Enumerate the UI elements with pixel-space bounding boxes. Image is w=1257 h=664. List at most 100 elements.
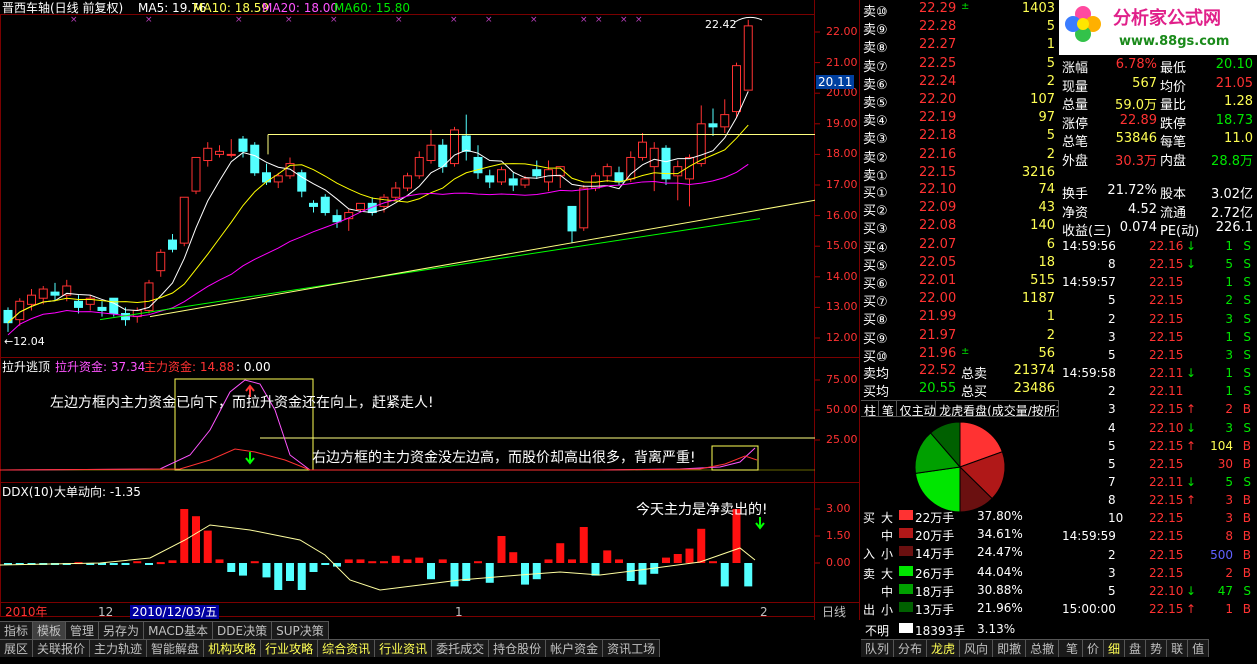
- ddx-bar: [356, 559, 365, 563]
- ddx-bar: [121, 563, 130, 565]
- flow-size: 大: [881, 511, 894, 525]
- tab-quote-2[interactable]: 龙虎: [927, 640, 961, 657]
- sell-quote-row[interactable]: 卖⑦ 22.25 5: [861, 54, 1059, 75]
- tab-tick-3[interactable]: 盘: [1125, 640, 1147, 657]
- buy-quote-row[interactable]: 买① 22.10 74: [861, 180, 1059, 201]
- stat-value: 28.8万: [1211, 153, 1253, 169]
- tab-indicator-5[interactable]: DDE决策: [213, 622, 273, 639]
- tick-time: 3: [1108, 329, 1116, 344]
- flow-row: 中 18万手 30.88%: [861, 581, 1059, 599]
- candle-body: [661, 147, 671, 180]
- flow-pct: 37.80%: [977, 509, 1023, 523]
- signal-marker: ×: [530, 15, 538, 25]
- tab-info-4[interactable]: 机构攻略: [204, 640, 262, 657]
- signal-marker: ×: [635, 15, 643, 25]
- tick-price: 22.15: [1149, 311, 1184, 326]
- tab-info-6[interactable]: 综合资讯: [318, 640, 376, 657]
- buy-quote-row[interactable]: 买③ 22.08 140: [861, 216, 1059, 237]
- tab-quote-4[interactable]: 即撤: [993, 640, 1027, 657]
- tick-row: 5 22.10 ↓ 47 S: [1062, 582, 1257, 600]
- flow-tab-3[interactable]: 龙虎看盘(成交量/按所有: [936, 401, 1059, 416]
- tab-info-11[interactable]: 资讯工场: [603, 640, 661, 657]
- sell-quote-row[interactable]: 卖④ 22.19 97: [861, 108, 1059, 129]
- quote-volume: 1: [1046, 37, 1055, 53]
- quote-volume: 2: [1046, 146, 1055, 162]
- sell-quote-row[interactable]: 卖③ 22.18 5: [861, 126, 1059, 147]
- tab-quote-3[interactable]: 风向: [960, 640, 994, 657]
- tab-indicator-0[interactable]: 指标: [0, 622, 34, 639]
- quote-price: 22.24: [919, 73, 957, 89]
- ddx-bar: [662, 557, 670, 563]
- ma10-line: [7, 124, 749, 324]
- period-label[interactable]: 日线: [822, 606, 846, 618]
- tab-tick-6[interactable]: 值: [1188, 640, 1210, 657]
- sell-quote-row[interactable]: 卖⑤ 22.20 107: [861, 90, 1059, 111]
- flow-tab-2[interactable]: 仅主动: [897, 401, 937, 416]
- quote-price: 22.18: [919, 128, 957, 144]
- tick-arrow-icon: ↑: [1186, 402, 1197, 417]
- buy-quote-row[interactable]: 买② 22.09 43: [861, 198, 1059, 219]
- flow-tab-0[interactable]: 柱: [861, 401, 879, 416]
- tab-info-3[interactable]: 智能解盘: [147, 640, 205, 657]
- signal-marker: ×: [330, 15, 338, 25]
- sell-quote-row[interactable]: 卖① 22.15 3216: [861, 163, 1059, 184]
- candle-body: [332, 215, 342, 223]
- ma5-line: [7, 91, 749, 324]
- buy-quote-row[interactable]: 买⑩ 21.96 ±56: [861, 344, 1059, 365]
- tick-time: 5: [1108, 347, 1116, 362]
- tab-tick-2[interactable]: 细: [1104, 640, 1126, 657]
- candle-body: [614, 172, 624, 183]
- tick-volume: 1: [1225, 384, 1233, 399]
- candle-body: [203, 147, 213, 162]
- tick-side: B: [1242, 493, 1251, 508]
- quote-mark: ±: [961, 345, 970, 357]
- tab-quote-1[interactable]: 分布: [894, 640, 928, 657]
- sell-quote-row[interactable]: 卖⑩ 22.29 ±1403: [861, 0, 1059, 20]
- total-label: 总买: [961, 385, 988, 400]
- tab-info-7[interactable]: 行业资讯: [375, 640, 433, 657]
- tab-quote-5[interactable]: 总撤: [1026, 640, 1060, 657]
- candle-body: [179, 196, 189, 244]
- tab-indicator-3[interactable]: 另存为: [99, 622, 145, 639]
- tab-info-8[interactable]: 委托成交: [432, 640, 490, 657]
- tab-info-10[interactable]: 帐户资金: [546, 640, 604, 657]
- tab-info-9[interactable]: 持仓股份: [489, 640, 547, 657]
- sell-quote-row[interactable]: 卖⑧ 22.27 1: [861, 35, 1059, 56]
- sell-quote-row[interactable]: 卖② 22.16 2: [861, 145, 1059, 166]
- tab-indicator-2[interactable]: 管理: [66, 622, 100, 639]
- tab-tick-1[interactable]: 价: [1083, 640, 1105, 657]
- signal-marker: ×: [235, 15, 243, 25]
- candle-body: [532, 169, 542, 177]
- tab-indicator-6[interactable]: SUP决策: [272, 622, 329, 639]
- tab-tick-5[interactable]: 联: [1167, 640, 1189, 657]
- buy-quote-row[interactable]: 买⑨ 21.97 2: [861, 326, 1059, 347]
- tab-info-0[interactable]: 展区: [0, 640, 34, 657]
- buy-quote-row[interactable]: 买⑤ 22.05 18: [861, 253, 1059, 274]
- sell-quote-row[interactable]: 卖⑨ 22.28 5: [861, 17, 1059, 38]
- buy-quote-row[interactable]: 买⑥ 22.01 515: [861, 271, 1059, 292]
- tick-row: 2 22.15 500 B: [1062, 546, 1257, 564]
- buy-quote-row[interactable]: 买⑦ 22.00 1187: [861, 289, 1059, 310]
- tab-tick-4[interactable]: 势: [1146, 640, 1168, 657]
- tab-info-5[interactable]: 行业攻略: [261, 640, 319, 657]
- pie-slice: [914, 466, 961, 513]
- tab-tick-0[interactable]: 笔: [1062, 640, 1084, 657]
- tick-time: 14:59:59: [1062, 529, 1116, 544]
- tab-info-2[interactable]: 主力轨迹: [90, 640, 148, 657]
- quote-price: 22.00: [919, 291, 957, 307]
- flow-tab-1[interactable]: 笔: [879, 401, 897, 416]
- buy-quote-row[interactable]: 买⑧ 21.99 1: [861, 307, 1059, 328]
- tab-quote-0[interactable]: 队列: [861, 640, 895, 657]
- tick-side: S: [1243, 474, 1251, 489]
- ddx-bar: [556, 543, 565, 563]
- buy-quote-row[interactable]: 买④ 22.07 6: [861, 235, 1059, 256]
- stat-value: 6.78%: [1115, 57, 1157, 72]
- chart-canvas[interactable]: × × × × × × × × × × × × ×: [0, 0, 860, 620]
- tab-info-1[interactable]: 关联报价: [33, 640, 91, 657]
- quote-price: 22.25: [919, 55, 957, 71]
- flow-side: 出: [863, 603, 876, 617]
- tab-indicator-1[interactable]: 模板: [33, 622, 67, 639]
- quote-volume: 515: [1030, 273, 1055, 288]
- sell-quote-row[interactable]: 卖⑥ 22.24 2: [861, 72, 1059, 93]
- tab-indicator-4[interactable]: MACD基本: [144, 622, 214, 639]
